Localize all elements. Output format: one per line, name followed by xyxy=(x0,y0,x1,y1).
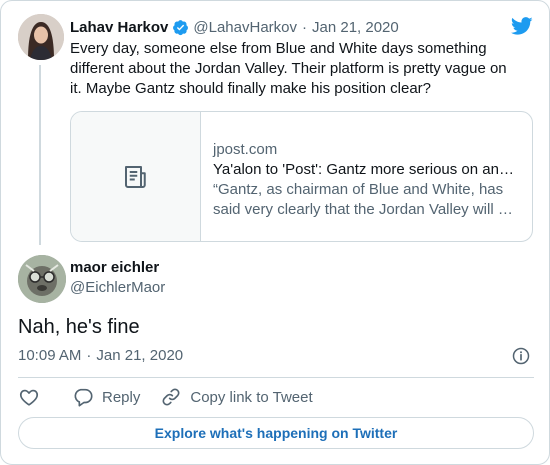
header-separator: · xyxy=(302,18,307,36)
parent-tweet-date[interactable]: Jan 21, 2020 xyxy=(312,19,399,36)
verified-badge-icon xyxy=(173,19,189,35)
reply-label: Reply xyxy=(102,388,141,406)
link-chain-icon xyxy=(162,388,180,406)
embedded-tweet-card: Lahav Harkov @LahavHarkov · Jan 21, 2020… xyxy=(0,0,550,465)
link-title: Ya'alon to 'Post': Gantz more serious on… xyxy=(213,161,521,178)
main-tweet-text: Nah, he's fine xyxy=(18,316,140,338)
parent-tweet-header: Lahav Harkov @LahavHarkov · Jan 21, 2020 xyxy=(70,17,399,37)
link-domain: jpost.com xyxy=(213,141,278,158)
parent-tweet-text: Every day, someone else from Blue and Wh… xyxy=(70,40,507,97)
explore-twitter-button[interactable]: Explore what's happening on Twitter xyxy=(18,417,534,449)
parent-author-handle[interactable]: @LahavHarkov xyxy=(193,19,297,36)
actions-divider xyxy=(18,377,534,378)
link-card-body: jpost.com Ya'alon to 'Post': Gantz more … xyxy=(213,140,521,220)
thread-connector-line xyxy=(39,65,41,245)
main-author-handle[interactable]: @EichlerMaor xyxy=(70,279,165,296)
article-icon xyxy=(124,165,146,188)
twitter-bird-icon[interactable] xyxy=(510,15,534,37)
reply-bubble-icon xyxy=(74,388,93,407)
main-author-avatar[interactable] xyxy=(18,255,66,303)
avatar-photo-icon xyxy=(18,255,66,303)
link-preview-card[interactable]: jpost.com Ya'alon to 'Post': Gantz more … xyxy=(70,111,533,242)
copy-link-button[interactable]: Copy link to Tweet xyxy=(160,386,313,408)
meta-separator: · xyxy=(86,347,92,364)
main-author-name[interactable]: maor eichler xyxy=(70,259,159,276)
tweet-date[interactable]: Jan 21, 2020 xyxy=(96,347,183,364)
info-icon[interactable] xyxy=(511,346,531,366)
link-thumbnail xyxy=(71,112,201,241)
avatar-photo-icon xyxy=(18,14,64,60)
copy-link-label: Copy link to Tweet xyxy=(190,388,313,406)
parent-author-avatar[interactable] xyxy=(18,14,64,60)
tweet-actions-bar: Reply Copy link to Tweet xyxy=(18,385,313,409)
tweet-timestamp[interactable]: 10:09 AM · Jan 21, 2020 xyxy=(18,347,183,364)
tweet-time[interactable]: 10:09 AM xyxy=(18,347,81,364)
like-button[interactable] xyxy=(18,386,40,408)
parent-author-name[interactable]: Lahav Harkov xyxy=(70,19,168,36)
link-description: “Gantz, as chairman of Blue and White, h… xyxy=(213,181,515,218)
reply-button[interactable]: Reply xyxy=(72,386,140,408)
heart-icon xyxy=(19,389,39,406)
